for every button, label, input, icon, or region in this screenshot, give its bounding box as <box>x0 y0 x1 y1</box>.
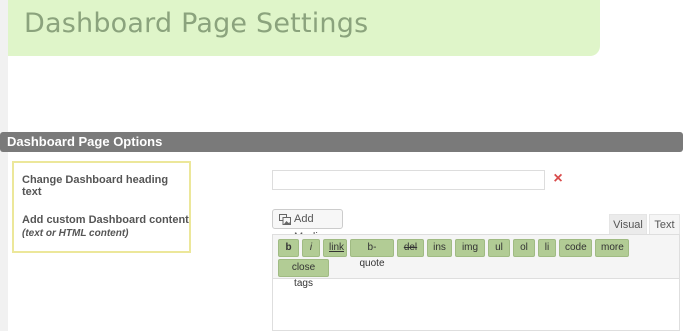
add-media-button[interactable]: Add Media <box>272 209 343 243</box>
heading-text-input[interactable] <box>272 170 545 190</box>
quicktag-ins-button[interactable]: ins <box>427 239 452 257</box>
clear-icon[interactable]: × <box>551 170 565 188</box>
section-title: Dashboard Page Options <box>7 134 163 149</box>
tab-text[interactable]: Text <box>649 214 680 235</box>
custom-content-label: Add custom Dashboard content <box>22 214 189 226</box>
quicktag-italic-button[interactable]: i <box>302 239 320 257</box>
quicktag-code-button[interactable]: code <box>559 239 592 257</box>
tab-visual[interactable]: Visual <box>609 214 647 235</box>
custom-content-hint: (text or HTML content) <box>22 228 129 239</box>
content-editor[interactable]: b i link b-quote del ins img ul ol li co… <box>272 234 680 331</box>
quicktag-img-button[interactable]: img <box>455 239 485 257</box>
header-banner: Dashboard Page Settings <box>8 0 600 56</box>
quicktag-del-button[interactable]: del <box>397 239 424 257</box>
quicktag-more-button[interactable]: more <box>595 239 629 257</box>
quicktag-close-tags-button[interactable]: close tags <box>278 259 329 289</box>
heading-text-label: Change Dashboard heading text <box>22 174 169 198</box>
quicktag-li-button[interactable]: li <box>538 239 556 257</box>
quicktags-toolbar: b i link b-quote del ins img ul ol li co… <box>273 235 679 289</box>
page-title: Dashboard Page Settings <box>24 8 369 39</box>
quicktag-bquote-button[interactable]: b-quote <box>350 239 394 269</box>
quicktag-bold-button[interactable]: b <box>278 239 299 257</box>
quicktag-link-button[interactable]: link <box>323 239 347 257</box>
section-header: Dashboard Page Options <box>0 132 683 152</box>
quicktag-ol-button[interactable]: ol <box>513 239 535 257</box>
media-icon <box>279 214 291 225</box>
options-labels-box: Change Dashboard heading text Add custom… <box>12 161 191 253</box>
quicktag-ul-button[interactable]: ul <box>488 239 510 257</box>
